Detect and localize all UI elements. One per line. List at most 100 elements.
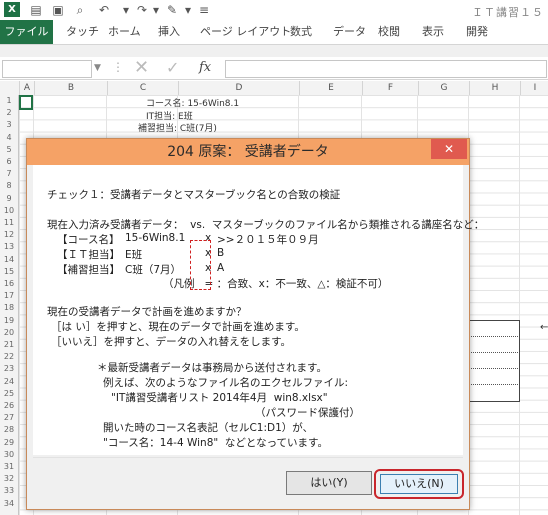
- tab-insert[interactable]: 挿入: [158, 20, 180, 44]
- no-button-highlight: いいえ(N): [374, 469, 464, 499]
- row-value: 15-6Win8.1: [125, 232, 186, 244]
- row-header[interactable]: 16: [0, 278, 18, 290]
- row-header[interactable]: 15: [0, 266, 18, 278]
- brush-icon[interactable]: ✎: [164, 2, 180, 18]
- bordered-range: [466, 320, 520, 402]
- row-header[interactable]: 26: [0, 400, 18, 412]
- row-header[interactable]: 6: [0, 156, 18, 168]
- row-header[interactable]: 1: [0, 95, 18, 107]
- undo-icon[interactable]: ↶: [96, 2, 112, 18]
- dropdown-icon[interactable]: ▾: [118, 2, 134, 18]
- row-value: C班（7月）: [125, 264, 182, 276]
- tab-file[interactable]: ファイル: [0, 20, 53, 44]
- customize-icon[interactable]: ≡: [196, 2, 212, 18]
- tab-developer[interactable]: 開発: [466, 20, 488, 44]
- row-label: 【コース名】: [57, 234, 120, 246]
- row-target: >>２０１５年０９月: [217, 234, 319, 246]
- column-header-bar: A B C D E F G H I: [0, 81, 548, 96]
- row-header[interactable]: 20: [0, 327, 18, 339]
- row-header[interactable]: 14: [0, 254, 18, 266]
- excel-logo-icon: X: [4, 2, 20, 17]
- column-header[interactable]: A: [19, 81, 34, 95]
- row-header[interactable]: 22: [0, 351, 18, 363]
- note-text: （パスワード保護付）: [255, 407, 360, 419]
- formula-bar-grip-icon: ⋮: [112, 60, 124, 74]
- compare-line: 現在入力済み受講者データ： vs. マスターブックのファイル名から類推される講座…: [47, 219, 485, 231]
- dialog-divider: [33, 457, 463, 458]
- save-icon[interactable]: ▣: [50, 2, 66, 18]
- cell-tutor-owner[interactable]: 補習担当: C班(7月): [138, 121, 217, 134]
- active-cell[interactable]: [19, 95, 33, 110]
- open-icon[interactable]: ▤: [28, 2, 44, 18]
- note-text: 開いた時のコース名表記（セルC1:D1）が、: [103, 422, 314, 434]
- row-header[interactable]: 5: [0, 144, 18, 156]
- note-text: "コース名：14-4 Win8" などとなっています。: [103, 437, 328, 449]
- row-header[interactable]: 8: [0, 180, 18, 192]
- tab-formulas[interactable]: 数式: [290, 20, 312, 44]
- message-dialog: 204 原案： 受講者データ ✕ チェック１：受講者データとマスターブック名との…: [26, 138, 484, 510]
- column-header[interactable]: E: [299, 81, 362, 95]
- column-header[interactable]: B: [34, 81, 107, 95]
- tab-data[interactable]: データ: [333, 20, 366, 44]
- row-header[interactable]: 18: [0, 302, 18, 314]
- row-header[interactable]: 3: [0, 119, 18, 131]
- row-header[interactable]: 21: [0, 339, 18, 351]
- row-header[interactable]: 7: [0, 168, 18, 180]
- column-header[interactable]: I: [520, 81, 548, 95]
- close-icon[interactable]: ✕: [431, 139, 467, 159]
- row-header[interactable]: 24: [0, 376, 18, 388]
- tab-home[interactable]: ホーム: [108, 20, 141, 44]
- row-header[interactable]: 9: [0, 193, 18, 205]
- column-header[interactable]: D: [178, 81, 299, 95]
- ribbon-collapsed-strip: [0, 44, 548, 58]
- no-hint: ［いいえ］を押すと、データの入れ替えをします。: [51, 336, 292, 348]
- row-header[interactable]: 32: [0, 473, 18, 485]
- name-box[interactable]: [2, 60, 92, 78]
- row-header[interactable]: 19: [0, 315, 18, 327]
- tab-touch[interactable]: タッチ: [66, 20, 99, 44]
- print-preview-icon[interactable]: ⌕: [72, 2, 88, 18]
- cancel-entry-icon[interactable]: ✕: [134, 57, 149, 79]
- row-target: B: [217, 247, 225, 259]
- tab-view[interactable]: 表示: [422, 20, 444, 44]
- cell-course-name[interactable]: コース名: 15-6Win8.1: [146, 96, 239, 109]
- select-all-corner[interactable]: [0, 81, 18, 95]
- column-header[interactable]: F: [362, 81, 418, 95]
- row-header[interactable]: 12: [0, 229, 18, 241]
- row-target: A: [217, 262, 225, 274]
- dotted-border: [466, 368, 518, 369]
- no-button[interactable]: いいえ(N): [380, 474, 458, 494]
- name-box-dropdown-icon[interactable]: ▼: [94, 60, 101, 76]
- yes-hint: ［は い］を押すと、現在のデータで計画を進めます。: [51, 321, 305, 333]
- column-header[interactable]: H: [469, 81, 520, 95]
- dropdown-icon[interactable]: ▾: [148, 2, 164, 18]
- enter-entry-icon[interactable]: ✓: [166, 57, 179, 79]
- row-value: E班: [125, 249, 143, 261]
- row-header[interactable]: 2: [0, 107, 18, 119]
- row-header[interactable]: 13: [0, 241, 18, 253]
- tab-page-layout[interactable]: ページ レイアウト: [200, 20, 291, 44]
- row-header[interactable]: 27: [0, 412, 18, 424]
- row-header[interactable]: 29: [0, 437, 18, 449]
- row-header[interactable]: 17: [0, 290, 18, 302]
- row-header[interactable]: 31: [0, 461, 18, 473]
- row-header[interactable]: 10: [0, 205, 18, 217]
- row-header[interactable]: 11: [0, 217, 18, 229]
- row-header[interactable]: 4: [0, 132, 18, 144]
- tab-review[interactable]: 校閲: [378, 20, 400, 44]
- document-title: ＩＴ講習１５: [472, 6, 544, 19]
- dropdown-icon[interactable]: ▾: [180, 2, 196, 18]
- row-header[interactable]: 34: [0, 498, 18, 510]
- row-header[interactable]: 30: [0, 449, 18, 461]
- formula-input[interactable]: [225, 60, 547, 78]
- dialog-body: チェック１：受講者データとマスターブック名との合致の検証 現在入力済み受講者デー…: [33, 165, 484, 455]
- note-text: "IT講習受講者リスト 2014年4月 win8.xlsx": [111, 392, 328, 404]
- row-header[interactable]: 25: [0, 388, 18, 400]
- row-header[interactable]: 28: [0, 424, 18, 436]
- yes-button[interactable]: はい(Y): [286, 471, 372, 495]
- row-header[interactable]: 23: [0, 363, 18, 375]
- column-header[interactable]: G: [418, 81, 469, 95]
- insert-function-icon[interactable]: fx: [199, 57, 211, 79]
- column-header[interactable]: C: [107, 81, 178, 95]
- row-header[interactable]: 33: [0, 485, 18, 497]
